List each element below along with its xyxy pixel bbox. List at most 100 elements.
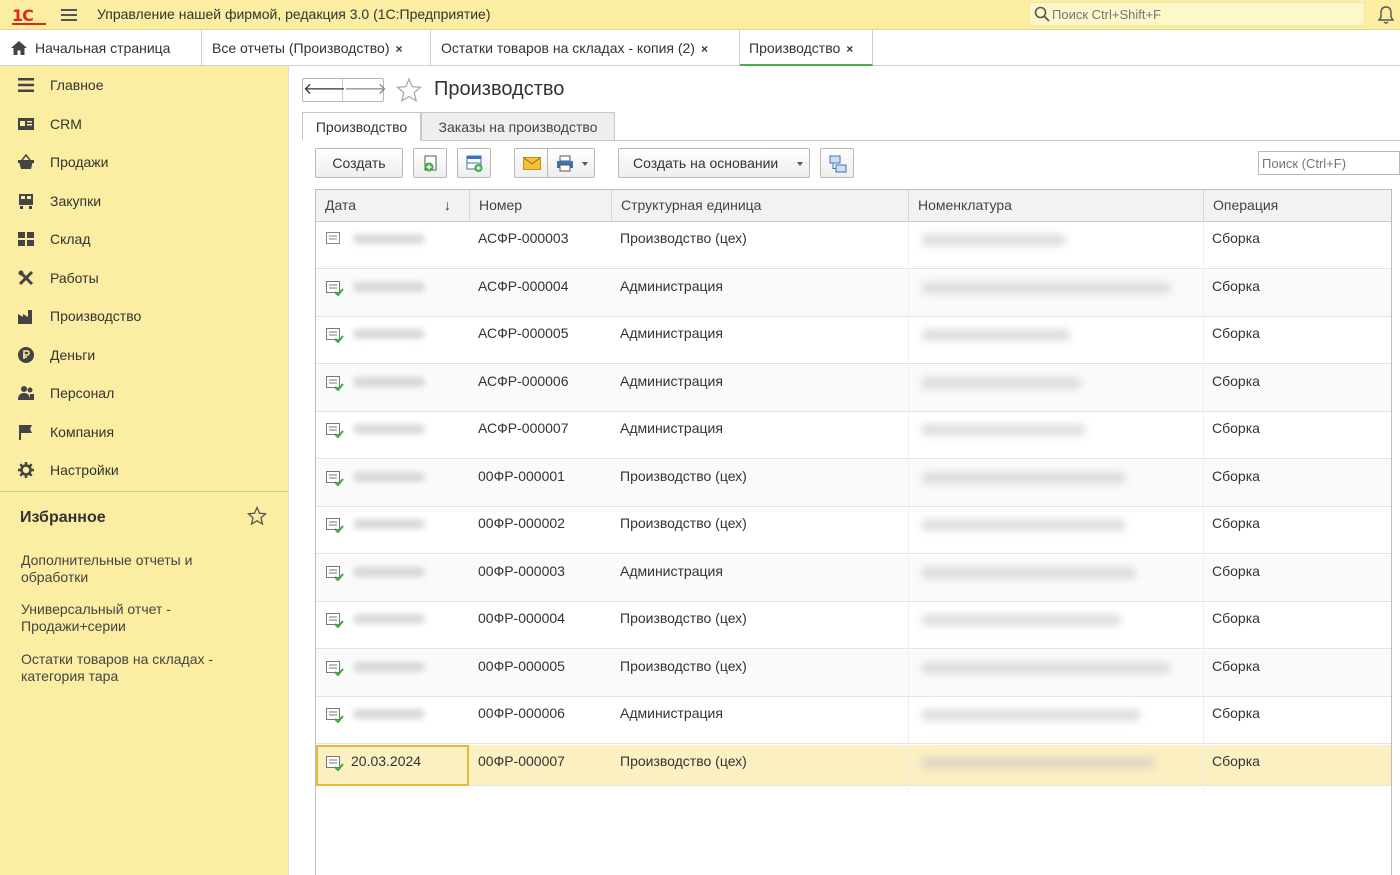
cell-operation[interactable]: Сборка — [1204, 555, 1391, 602]
cell-date[interactable] — [316, 650, 470, 697]
cell-date[interactable]: 20.03.2024 — [316, 744, 470, 792]
cell-date[interactable] — [316, 602, 470, 649]
tab-stock-copy[interactable]: Остатки товаров на складах - копия (2) × — [431, 30, 740, 66]
sidebar-item-main[interactable]: Главное — [0, 66, 288, 104]
cell-operation[interactable]: Сборка — [1204, 697, 1391, 744]
create-button[interactable]: Создать — [315, 148, 403, 178]
cell-operation[interactable]: Сборка — [1204, 412, 1391, 459]
bell-icon[interactable] — [1377, 5, 1395, 25]
cell-nomenclature[interactable] — [909, 744, 1204, 792]
cell-unit[interactable]: Администрация — [612, 412, 909, 459]
global-search-input[interactable] — [1052, 5, 1352, 23]
cell-operation[interactable]: Сборка — [1204, 270, 1391, 317]
close-icon[interactable]: × — [396, 42, 403, 56]
cell-operation[interactable]: Сборка — [1204, 317, 1391, 364]
cell-operation[interactable]: Сборка — [1204, 365, 1391, 412]
global-search[interactable] — [1029, 2, 1365, 26]
cell-date[interactable] — [316, 270, 470, 317]
tab-production-orders[interactable]: Заказы на производство — [421, 112, 615, 141]
sidebar-item-sales[interactable]: Продажи — [0, 143, 288, 181]
table-row[interactable]: 00ФР-000001 Производство (цех) Сборка — [316, 459, 1391, 507]
table-row[interactable]: 00ФР-000002 Производство (цех) Сборка — [316, 507, 1391, 554]
table-row[interactable]: 20.03.2024 00ФР-000007 Производство (цех) С… — [316, 744, 1391, 792]
cell-operation[interactable]: Сборка — [1204, 745, 1391, 792]
table-row[interactable]: 00ФР-000005 Производство (цех) Сборка — [316, 649, 1391, 697]
tab-all-reports[interactable]: Все отчеты (Производство) × — [202, 30, 431, 66]
cell-nomenclature[interactable] — [909, 649, 1204, 697]
structure-button[interactable] — [820, 148, 854, 178]
cell-operation[interactable]: Сборка — [1204, 222, 1391, 269]
column-header-nomenclature[interactable]: Номенклатура — [909, 190, 1204, 222]
cell-date[interactable] — [316, 222, 470, 269]
sidebar-item-personnel[interactable]: Персонал — [0, 374, 288, 412]
sidebar-item-purchases[interactable]: Закупки — [0, 182, 288, 220]
cell-nomenclature[interactable] — [909, 412, 1204, 459]
copy-button[interactable] — [413, 148, 447, 178]
cell-number[interactable]: 00ФР-000001 — [470, 460, 612, 507]
create-based-on-button[interactable]: Создать на основании — [618, 148, 810, 178]
cell-operation[interactable]: Сборка — [1204, 507, 1391, 554]
cell-nomenclature[interactable] — [909, 317, 1204, 364]
column-header-number[interactable]: Номер — [470, 190, 612, 222]
sidebar-item-company[interactable]: Компания — [0, 413, 288, 451]
cell-unit[interactable]: Производство (цех) — [612, 649, 909, 697]
cell-unit[interactable]: Администрация — [612, 697, 909, 744]
table-row[interactable]: АСФР-000006 Администрация Сборка — [316, 364, 1391, 412]
sidebar-item-settings[interactable]: Настройки — [0, 451, 288, 489]
cell-number[interactable]: АСФР-000005 — [470, 317, 612, 364]
cell-unit[interactable]: Производство (цех) — [612, 507, 909, 554]
cell-number[interactable]: АСФР-000006 — [470, 365, 612, 412]
cell-unit[interactable]: Производство (цех) — [612, 222, 909, 269]
sidebar-item-production[interactable]: Производство — [0, 297, 288, 335]
close-icon[interactable]: × — [701, 42, 708, 56]
cell-unit[interactable]: Производство (цех) — [612, 744, 909, 792]
table-row[interactable]: 00ФР-000003 Администрация Сборка — [316, 554, 1391, 602]
cell-date[interactable] — [316, 317, 470, 364]
cell-nomenclature[interactable] — [909, 459, 1204, 507]
add-table-button[interactable] — [457, 148, 491, 178]
table-row[interactable]: АСФР-000004 Администрация Сборка — [316, 269, 1391, 317]
cell-unit[interactable]: Администрация — [612, 317, 909, 364]
print-button[interactable] — [547, 148, 595, 178]
cell-date[interactable] — [316, 697, 470, 744]
cell-number[interactable]: АСФР-000004 — [470, 270, 612, 317]
favorite-link[interactable]: Универсальный отчет - Продажи+серии — [21, 601, 261, 635]
cell-nomenclature[interactable] — [909, 507, 1204, 554]
cell-number[interactable]: 00ФР-000002 — [470, 507, 612, 554]
star-icon[interactable] — [247, 506, 267, 526]
cell-unit[interactable]: Администрация — [612, 269, 909, 317]
forward-button[interactable]: 🡒 — [344, 79, 387, 101]
list-search-input[interactable] — [1258, 151, 1400, 175]
table-row[interactable]: АСФР-000007 Администрация Сборка — [316, 412, 1391, 459]
sidebar-item-money[interactable]: Деньги — [0, 336, 288, 374]
cell-unit[interactable]: Производство (цех) — [612, 459, 909, 507]
cell-number[interactable]: АСФР-000003 — [470, 222, 612, 269]
table-row[interactable]: 00ФР-000006 Администрация Сборка — [316, 697, 1391, 744]
cell-number[interactable]: 00ФР-000005 — [470, 650, 612, 697]
main-menu-icon[interactable] — [61, 9, 77, 21]
cell-operation[interactable]: Сборка — [1204, 650, 1391, 697]
column-header-operation[interactable]: Операция — [1204, 190, 1391, 222]
cell-date[interactable] — [316, 507, 470, 554]
email-button[interactable] — [514, 148, 548, 178]
cell-number[interactable]: 00ФР-000004 — [470, 602, 612, 649]
close-icon[interactable]: × — [846, 42, 853, 56]
cell-number[interactable]: 00ФР-000003 — [470, 555, 612, 602]
tab-production-docs[interactable]: Производство — [302, 112, 421, 141]
cell-nomenclature[interactable] — [909, 554, 1204, 602]
cell-nomenclature[interactable] — [909, 697, 1204, 744]
cell-number[interactable]: АСФР-000007 — [470, 412, 612, 459]
favorite-link[interactable]: Остатки товаров на складах - категория т… — [21, 651, 261, 685]
sidebar-item-works[interactable]: Работы — [0, 259, 288, 297]
cell-operation[interactable]: Сборка — [1204, 460, 1391, 507]
column-header-date[interactable]: Дата ↓ — [316, 190, 470, 222]
sidebar-item-warehouse[interactable]: Склад — [0, 220, 288, 258]
cell-operation[interactable]: Сборка — [1204, 602, 1391, 649]
back-button[interactable]: 🡐 — [303, 79, 346, 101]
cell-date[interactable] — [316, 412, 470, 459]
cell-number[interactable]: 00ФР-000007 — [470, 745, 612, 792]
cell-nomenclature[interactable] — [909, 364, 1204, 412]
cell-nomenclature[interactable] — [909, 602, 1204, 649]
cell-date[interactable] — [316, 555, 470, 602]
tab-home[interactable]: Начальная страница — [0, 30, 202, 66]
